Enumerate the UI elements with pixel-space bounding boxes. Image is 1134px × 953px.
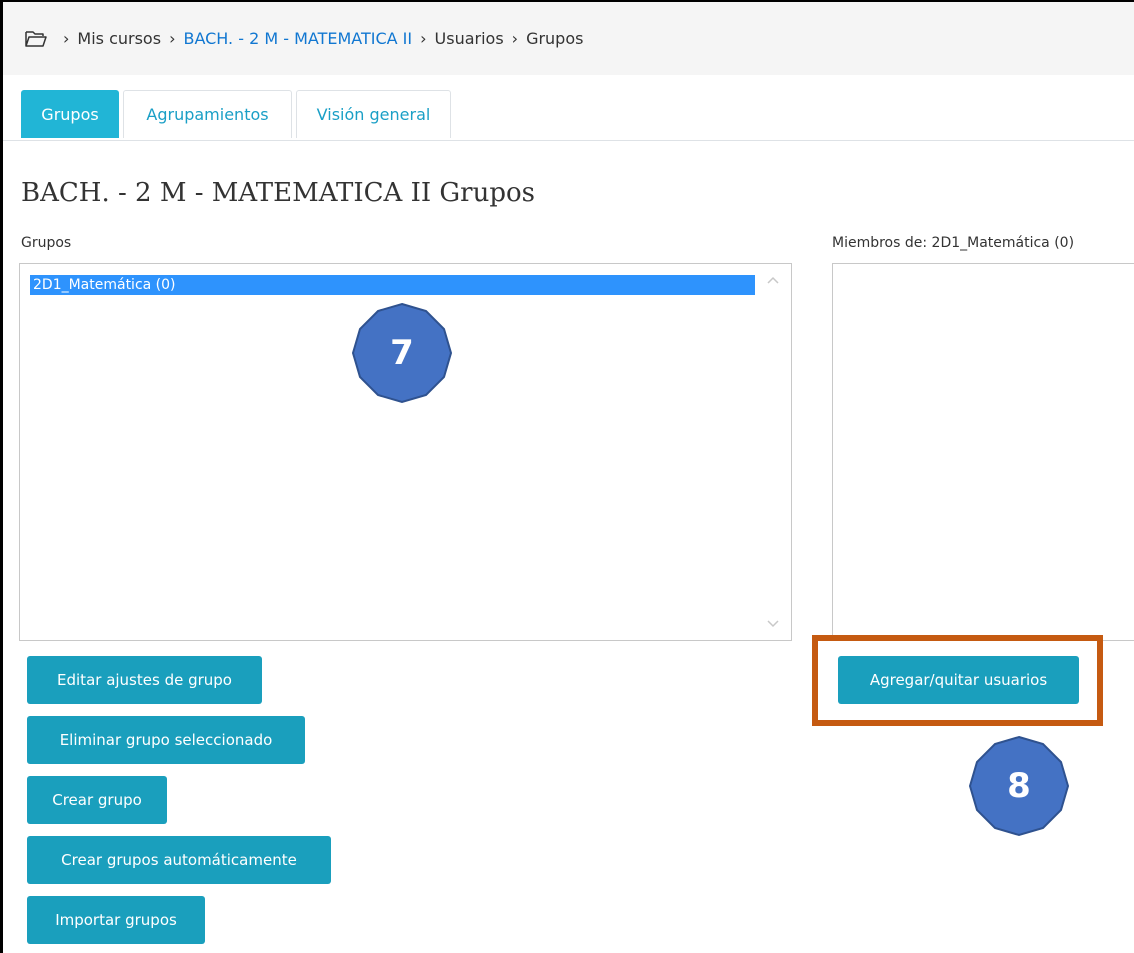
tab-bar: Grupos Agrupamientos Visión general — [21, 90, 455, 140]
breadcrumb-item-grupos: Grupos — [526, 29, 584, 48]
edit-group-button[interactable]: Editar ajustes de grupo — [27, 656, 262, 704]
members-select-list[interactable] — [832, 263, 1134, 641]
step-8-label: 8 — [1007, 766, 1031, 806]
groups-list-scrollbar[interactable] — [755, 264, 791, 640]
breadcrumb-item-mis-cursos[interactable]: Mis cursos — [77, 29, 161, 48]
groups-label: Grupos — [21, 235, 72, 251]
step-7-badge: 7 — [351, 302, 453, 404]
breadcrumb-separator: › — [63, 29, 70, 48]
step-8-badge: 8 — [968, 735, 1070, 837]
breadcrumb-separator: › — [169, 29, 176, 48]
step-7-label: 7 — [390, 333, 414, 373]
tab-grupos[interactable]: Grupos — [21, 90, 119, 138]
breadcrumb-separator: › — [511, 29, 519, 48]
tabs-divider — [3, 140, 1134, 141]
highlight-frame — [812, 635, 1103, 726]
group-option-selected[interactable]: 2D1_Matemática (0) — [30, 275, 763, 295]
members-label: Miembros de: 2D1_Matemática (0) — [832, 235, 1075, 251]
delete-group-button[interactable]: Eliminar grupo seleccionado — [27, 716, 305, 764]
create-group-button[interactable]: Crear grupo — [27, 776, 167, 824]
breadcrumb-item-usuarios[interactable]: Usuarios — [435, 29, 504, 48]
import-groups-button[interactable]: Importar grupos — [27, 896, 205, 944]
breadcrumb: › Mis cursos › BACH. - 2 M - MATEMATICA … — [3, 2, 1134, 75]
chevron-down-icon[interactable] — [765, 616, 781, 632]
page-title: BACH. - 2 M - MATEMATICA II Grupos — [21, 178, 535, 208]
breadcrumb-separator: › — [420, 29, 427, 48]
folder-open-icon[interactable] — [25, 30, 47, 48]
chevron-up-icon[interactable] — [765, 272, 781, 288]
tab-vision-general[interactable]: Visión general — [296, 90, 451, 138]
breadcrumb-item-course[interactable]: BACH. - 2 M - MATEMATICA II — [183, 29, 412, 48]
frame-border-left — [0, 0, 3, 953]
tab-agrupamientos[interactable]: Agrupamientos — [123, 90, 292, 138]
auto-create-groups-button[interactable]: Crear grupos automáticamente — [27, 836, 331, 884]
